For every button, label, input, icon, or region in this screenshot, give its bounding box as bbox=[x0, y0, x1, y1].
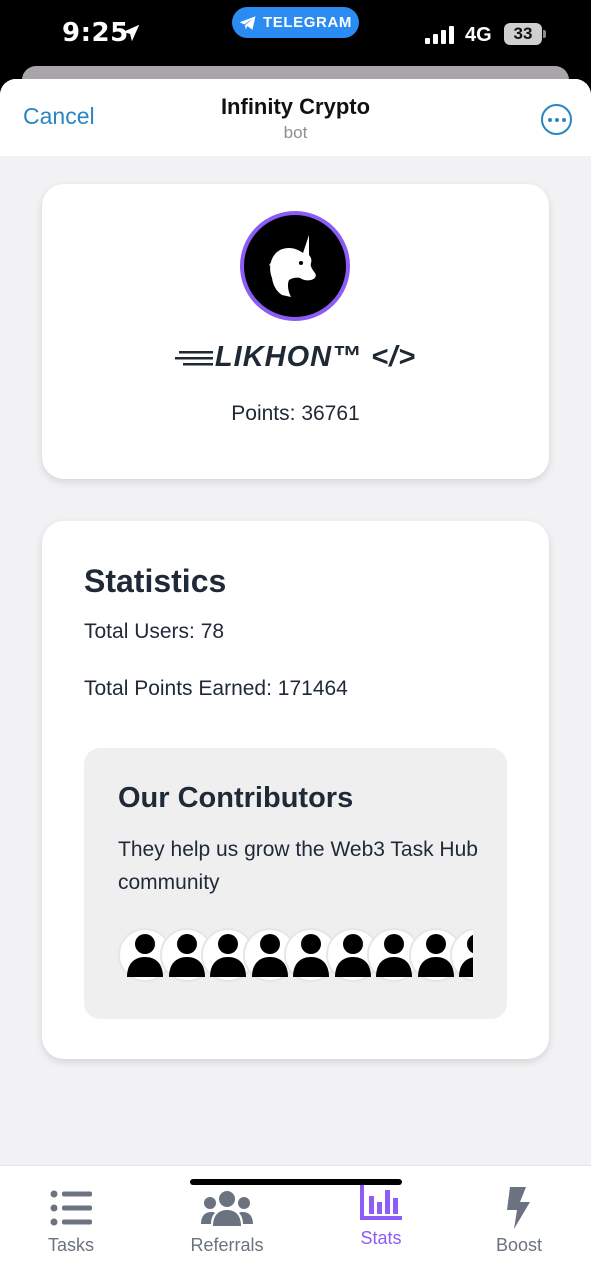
statistics-card: Statistics Total Users: 78 Total Points … bbox=[42, 521, 549, 1059]
more-options-button[interactable] bbox=[541, 104, 572, 135]
more-dot bbox=[554, 117, 559, 122]
profile-card: LIKHON™ </> Points: 36761 bbox=[42, 184, 549, 479]
username: LIKHON™ </> bbox=[42, 341, 549, 374]
telegram-pill[interactable]: TELEGRAM bbox=[232, 7, 359, 38]
tab-label: Tasks bbox=[47, 1235, 94, 1255]
tab-boost[interactable]: Boost bbox=[459, 1166, 579, 1266]
telegram-pill-label: TELEGRAM bbox=[263, 14, 352, 31]
battery-level: 33 bbox=[513, 24, 533, 43]
contributors-panel: Our Contributors They help us grow the W… bbox=[84, 748, 507, 1019]
bot-title: Infinity Crypto bbox=[220, 94, 371, 119]
battery-icon: 33 bbox=[504, 23, 542, 45]
total-points-earned: Total Points Earned: 171464 bbox=[84, 677, 348, 700]
unicorn-icon bbox=[269, 235, 316, 297]
total-users: Total Users: 78 bbox=[84, 620, 225, 643]
status-bar: 9:25 TELEGRAM 4G 33 bbox=[0, 0, 591, 70]
contributors-avatars[interactable] bbox=[118, 928, 473, 984]
user-points: Points: 36761 bbox=[231, 402, 360, 425]
more-dot bbox=[561, 117, 566, 122]
tab-label: Referrals bbox=[190, 1235, 264, 1255]
contributors-description: They help us grow the Web3 Task Hub comm… bbox=[118, 838, 478, 894]
speed-lines-icon bbox=[174, 351, 213, 366]
tab-label: Boost bbox=[495, 1235, 543, 1255]
avatar[interactable] bbox=[240, 211, 350, 321]
username-text: LIKHON™ </> bbox=[214, 341, 417, 373]
users-icon bbox=[201, 1191, 253, 1226]
statistics-title: Statistics bbox=[84, 563, 227, 599]
list-icon bbox=[50, 1190, 92, 1226]
bot-subtitle: bot bbox=[283, 123, 308, 142]
location-arrow-icon bbox=[122, 24, 140, 42]
contributors-title: Our Contributors bbox=[118, 782, 354, 814]
person-icon bbox=[459, 934, 473, 977]
signal-bars-icon bbox=[425, 26, 454, 44]
bot-sheet: Cancel Infinity Crypto bot LIKHON™ </> P… bbox=[0, 79, 591, 1280]
tab-label: Stats bbox=[360, 1228, 402, 1248]
tab-tasks[interactable]: Tasks bbox=[11, 1166, 131, 1266]
battery-tip bbox=[543, 30, 546, 38]
home-indicator[interactable] bbox=[190, 1179, 402, 1185]
more-dot bbox=[547, 117, 552, 122]
telegram-plane-icon bbox=[239, 15, 256, 30]
lightning-icon bbox=[507, 1187, 530, 1229]
status-time: 9:25 bbox=[62, 18, 129, 48]
bar-chart-icon bbox=[360, 1184, 402, 1220]
network-type: 4G bbox=[465, 24, 492, 46]
sheet-header: Cancel Infinity Crypto bot bbox=[0, 79, 591, 156]
